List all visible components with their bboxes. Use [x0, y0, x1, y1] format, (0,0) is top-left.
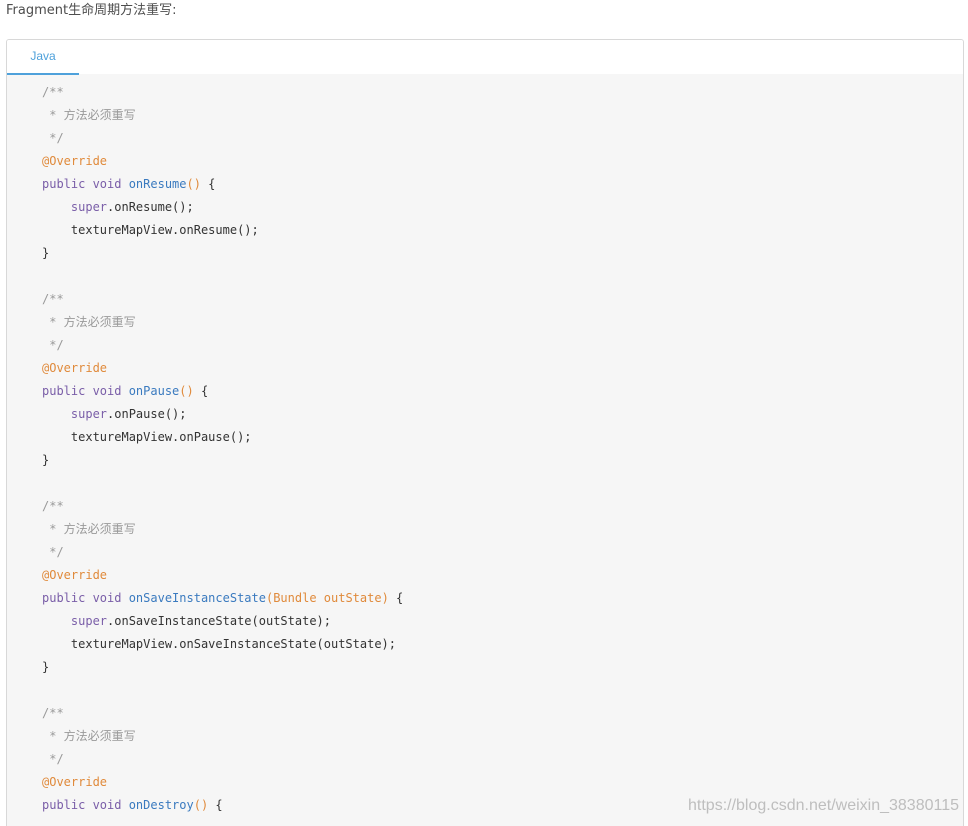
code-token: .onPause(); [107, 407, 187, 421]
code-token: } [42, 660, 50, 674]
code-token: (Bundle outState) [265, 591, 389, 605]
code-tab-bar: Java [7, 40, 963, 75]
code-token: * 方法必须重写 [42, 108, 136, 122]
code-token: /** [42, 292, 64, 306]
code-line: public void onSaveInstanceState(Bundle o… [42, 587, 403, 610]
code-line: * 方法必须重写 [42, 311, 403, 334]
code-block: Java /** * 方法必须重写 */ @Override public void… [6, 39, 964, 826]
code-token: onDestroy [128, 798, 194, 812]
code-line: @Override [42, 771, 403, 794]
code-token: textureMapView.onResume(); [42, 223, 259, 237]
code-line: textureMapView.onResume(); [42, 219, 403, 242]
code-line: public void onPause() { [42, 380, 403, 403]
code-token: .onResume(); [107, 200, 194, 214]
tab-java[interactable]: Java [7, 40, 79, 75]
code-line: */ [42, 541, 403, 564]
code-line: } [42, 656, 403, 679]
code-token: super [70, 614, 108, 628]
code-token: super [70, 407, 108, 421]
code-token: onResume [128, 177, 187, 191]
code-line: super.onPause(); [42, 403, 403, 426]
code-content: /** * 方法必须重写 */ @Override public void onRe… [42, 81, 403, 817]
code-token: */ [42, 131, 64, 145]
watermark: https://blog.csdn.net/weixin_38380115 [688, 797, 960, 814]
code-line: /** [42, 81, 403, 104]
code-line: /** [42, 495, 403, 518]
code-line: * 方法必须重写 [42, 104, 403, 127]
code-line: */ [42, 334, 403, 357]
code-token: */ [42, 752, 64, 766]
code-token: textureMapView.onSaveInstanceState(outSt… [42, 637, 397, 651]
code-line: public void onResume() { [42, 173, 403, 196]
code-token: } [42, 453, 50, 467]
code-token: textureMapView.onPause(); [42, 430, 252, 444]
code-token: /** [42, 85, 64, 99]
code-line: super.onResume(); [42, 196, 403, 219]
code-line: * 方法必须重写 [42, 725, 403, 748]
code-line: */ [42, 748, 403, 771]
code-line: @Override [42, 150, 403, 173]
code-line: public void onDestroy() { [42, 794, 403, 817]
code-line: textureMapView.onPause(); [42, 426, 403, 449]
code-token: @Override [42, 154, 108, 168]
code-token: onPause [128, 384, 180, 398]
intro-text: Fragment生命周期方法重写: [6, 3, 177, 18]
code-token: () [186, 177, 201, 191]
code-token: { [208, 798, 223, 812]
code-token: /** [42, 499, 64, 513]
code-token: public void [42, 177, 129, 191]
code-token: { [388, 591, 404, 605]
code-token: /** [42, 706, 64, 720]
code-token: @Override [42, 568, 108, 582]
code-token: { [193, 384, 209, 398]
code-token: * 方法必须重写 [42, 729, 136, 743]
code-line: * 方法必须重写 [42, 518, 403, 541]
code-line: } [42, 449, 403, 472]
code-token: */ [42, 545, 64, 559]
code-token: public void [42, 798, 129, 812]
code-token: .onSaveInstanceState(outState); [107, 614, 331, 628]
code-token: @Override [42, 361, 108, 375]
code-line: textureMapView.onSaveInstanceState(outSt… [42, 633, 403, 656]
code-line: super.onSaveInstanceState(outState); [42, 610, 403, 633]
code-line: @Override [42, 564, 403, 587]
code-line: } [42, 242, 403, 265]
code-token: * 方法必须重写 [42, 315, 136, 329]
code-token: */ [42, 338, 64, 352]
code-token: () [193, 798, 209, 812]
code-token: () [179, 384, 194, 398]
code-token: * 方法必须重写 [42, 522, 136, 536]
code-line: */ [42, 127, 403, 150]
code-token: { [200, 177, 216, 191]
code-token: @Override [42, 775, 108, 789]
code-token: public void [42, 384, 129, 398]
code-token: onSaveInstanceState [128, 591, 266, 605]
code-token: super [70, 200, 108, 214]
code-token: public void [42, 591, 129, 605]
code-line: /** [42, 702, 403, 725]
code-token: } [42, 246, 50, 260]
code-line: @Override [42, 357, 403, 380]
code-line: /** [42, 288, 403, 311]
